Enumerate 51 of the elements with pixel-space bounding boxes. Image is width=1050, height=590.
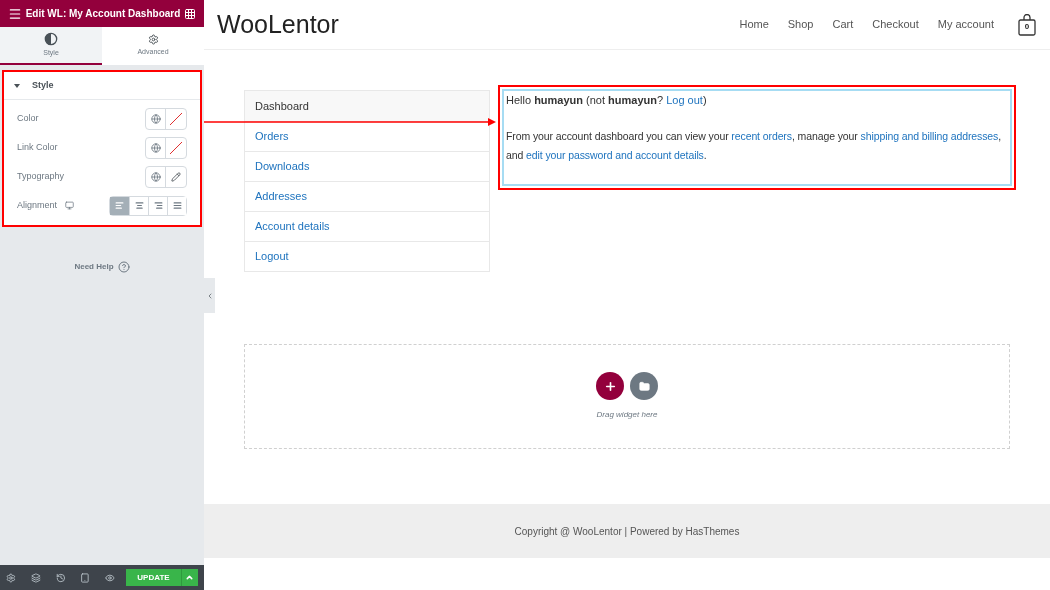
control-label: Alignment: [17, 198, 58, 212]
align-center-icon: [134, 201, 144, 210]
text-link[interactable]: edit your password and account details: [526, 148, 704, 161]
align-justify-icon: [172, 201, 182, 210]
add-section-button[interactable]: [596, 372, 624, 400]
text-link[interactable]: recent orders: [731, 129, 792, 142]
pencil-icon: [171, 171, 181, 182]
nav-link[interactable]: My account: [937, 16, 994, 33]
settings-icon[interactable]: [6, 572, 16, 583]
apps-grid-icon[interactable]: [184, 7, 196, 20]
desktop-icon: [65, 201, 75, 210]
menu-icon[interactable]: [8, 6, 22, 21]
align-left-icon: [115, 201, 124, 210]
globe-icon: [150, 142, 161, 153]
responsive-icon[interactable]: [80, 572, 91, 583]
globe-icon: [150, 113, 161, 124]
caret-icon: [185, 573, 195, 582]
text-link[interactable]: Log out: [666, 94, 703, 106]
control-label: Link Color: [17, 140, 58, 154]
bag-icon: [1018, 13, 1036, 36]
history-icon[interactable]: [55, 572, 66, 583]
contrast-icon: [44, 31, 58, 46]
no-color-icon: [168, 139, 184, 156]
align-right-icon: [153, 201, 163, 210]
control-label: Color: [17, 111, 39, 125]
preview-icon[interactable]: [105, 572, 115, 583]
gear-icon: [147, 34, 159, 46]
folder-icon: [638, 380, 650, 392]
account-nav-item[interactable]: Dashboard: [245, 91, 489, 121]
cart-button[interactable]: 0: [1018, 13, 1036, 36]
nav-link[interactable]: Shop: [787, 16, 814, 33]
cart-count: 0: [1024, 20, 1030, 33]
globe-icon: [150, 171, 161, 182]
control-label: Typography: [17, 169, 65, 183]
no-color-icon: [168, 110, 184, 127]
help-icon[interactable]: [117, 261, 130, 273]
panel-title: Edit WL: My Account Dashboard: [25, 7, 181, 21]
section-toggle[interactable]: Style: [4, 72, 200, 100]
drop-hint: Drag widget here: [596, 409, 658, 421]
greeting-text: Hello humayun (not humayun? Log out): [506, 93, 708, 108]
help-label: Need Help: [74, 261, 114, 273]
plus-icon: [603, 379, 617, 393]
nav-link[interactable]: Checkout: [872, 16, 919, 33]
intro-text: From your account dashboard you can view your recent orders, manage your shipping and billing addresses, and edit your password and account details.: [506, 128, 1003, 163]
site-logo[interactable]: WooLentor: [217, 5, 339, 44]
nav-link[interactable]: Cart: [832, 16, 854, 33]
alignment-option[interactable]: [167, 196, 186, 215]
add-template-button[interactable]: [630, 372, 658, 400]
copyright-text: Copyright @ WooLentor | Powered by HasThemes: [514, 524, 740, 539]
layers-icon[interactable]: [30, 572, 41, 583]
nav-link[interactable]: Home: [739, 16, 769, 33]
